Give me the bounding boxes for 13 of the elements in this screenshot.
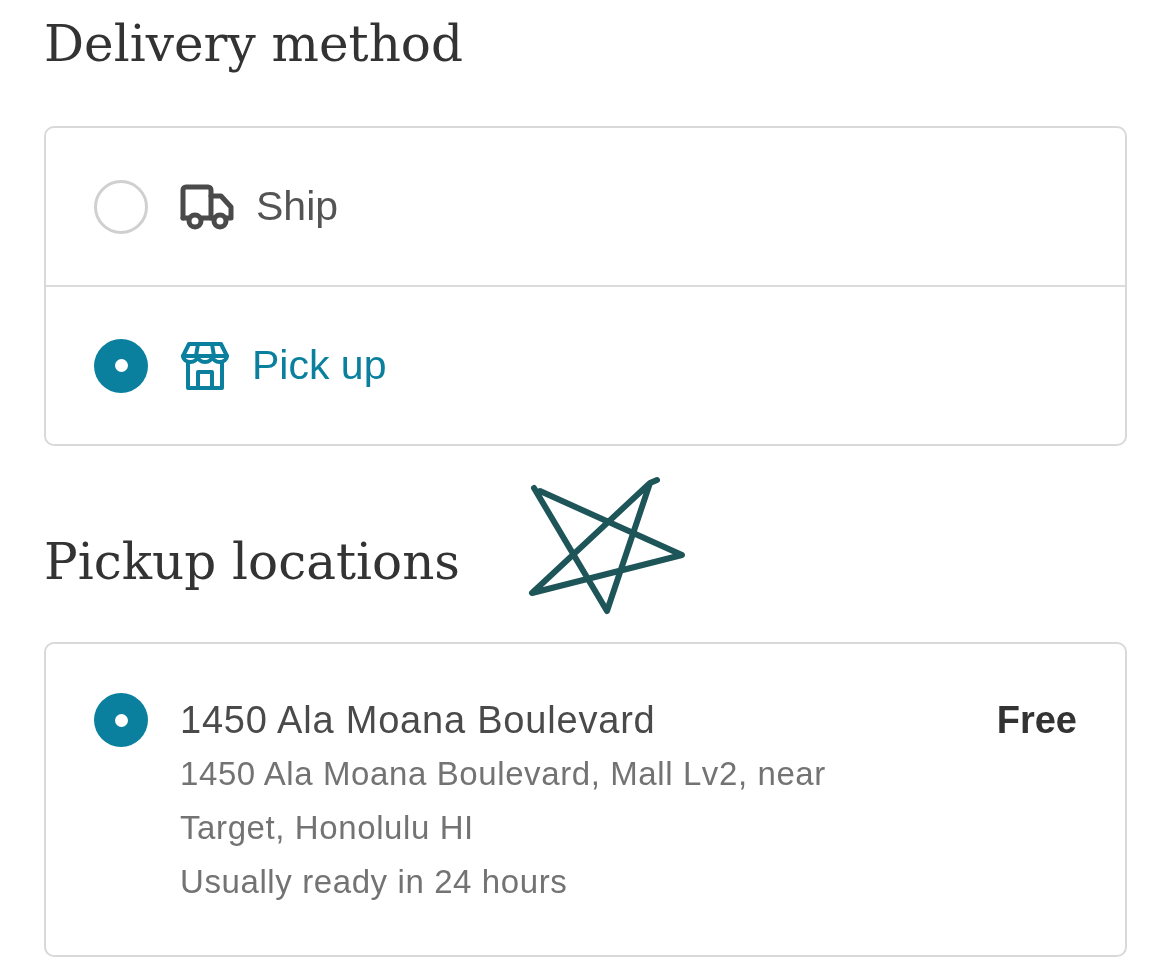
ready-time-note: Usually ready in 24 hours [180,862,568,902]
radio-button[interactable] [94,693,148,747]
radio-button[interactable] [94,338,148,393]
price-label: Free [996,698,1077,743]
option-label[interactable]: Pick up [252,342,387,389]
truck-icon [180,183,234,230]
section-heading: Delivery method [44,14,463,74]
location-address: 1450 Ala Moana Boulevard, Mall Lv2, near Target, Honolulu HI [180,754,827,848]
section-heading: Pickup locations [44,532,460,592]
store-icon [180,340,230,391]
location-name: 1450 Ala Moana Boulevard [180,698,656,743]
radio-button[interactable] [94,179,148,234]
option-label[interactable]: Ship [256,183,339,230]
